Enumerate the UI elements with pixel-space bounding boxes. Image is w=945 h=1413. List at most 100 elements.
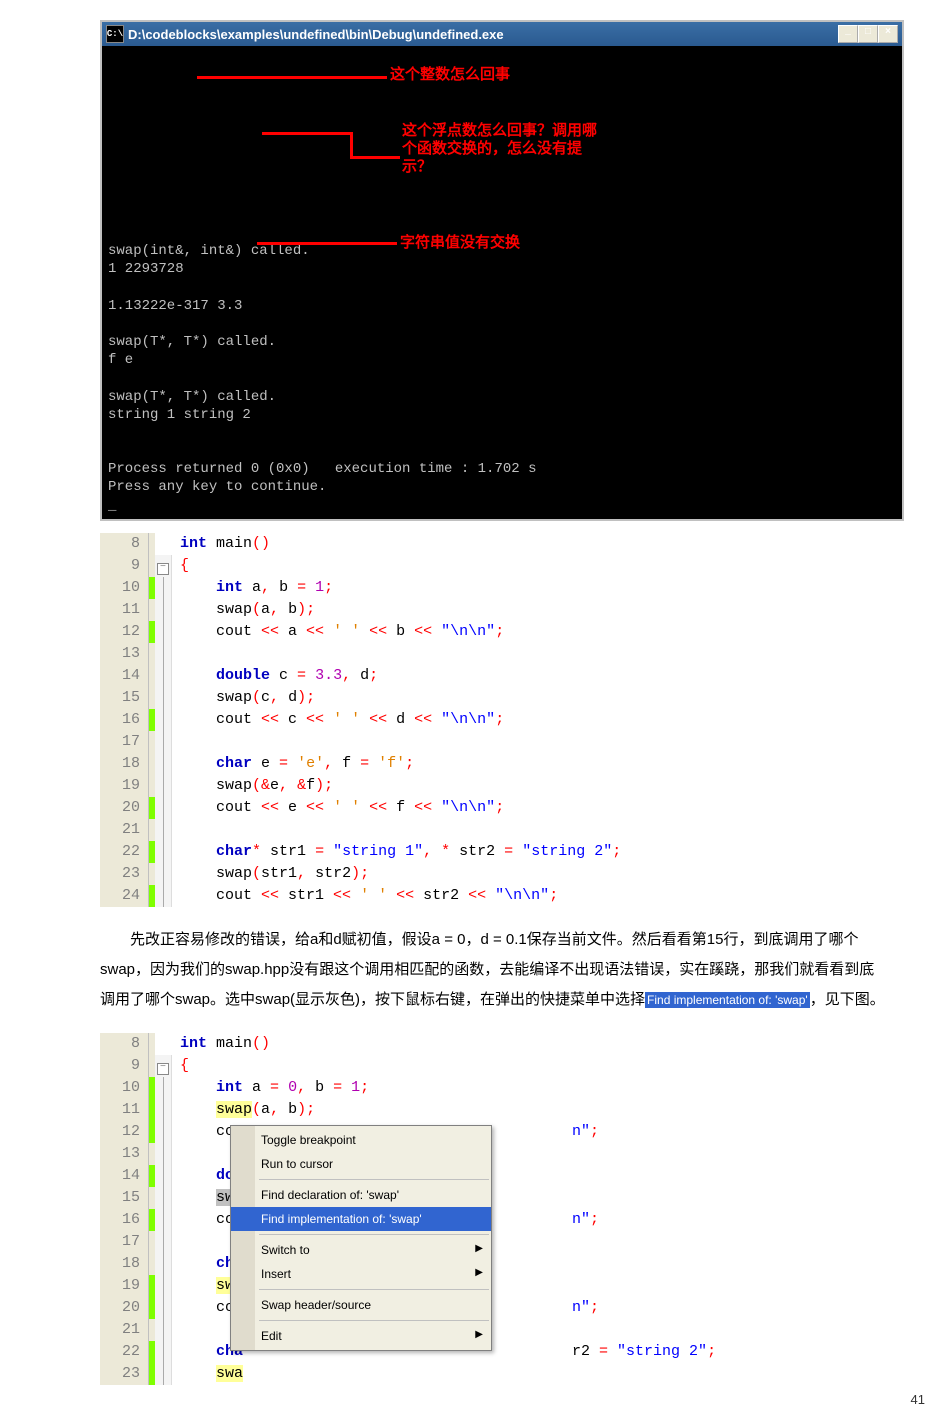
code-row[interactable]: 13 (100, 643, 900, 665)
code-row[interactable]: 17 (100, 1231, 900, 1253)
code-row[interactable]: 22 char2 = "string 2"; (100, 1341, 900, 1363)
fold-column[interactable] (155, 1341, 172, 1363)
code-row[interactable]: 12 cout << a << ' ' << b << "\n\n"; (100, 621, 900, 643)
fold-column[interactable] (155, 885, 172, 907)
fold-column[interactable] (155, 1319, 172, 1341)
code-row[interactable]: 8int main() (100, 1033, 900, 1055)
menu-item[interactable]: Edit▶ (231, 1324, 491, 1348)
fold-column[interactable] (155, 709, 172, 731)
code-content[interactable]: cout << c << ' ' << d << "\n\n"; (172, 709, 900, 731)
code-content[interactable]: { (172, 1055, 900, 1077)
menu-item[interactable]: Run to cursor (231, 1152, 491, 1176)
fold-column[interactable] (155, 1231, 172, 1253)
code-row[interactable]: 21 (100, 819, 900, 841)
code-content[interactable]: swa (172, 1363, 900, 1385)
fold-column[interactable] (155, 1253, 172, 1275)
fold-column[interactable] (155, 643, 172, 665)
fold-column[interactable] (155, 687, 172, 709)
fold-column[interactable] (155, 863, 172, 885)
code-editor-2[interactable]: Toggle breakpointRun to cursor Find decla… (100, 1033, 900, 1393)
code-content[interactable]: char e = 'e', f = 'f'; (172, 753, 900, 775)
fold-column[interactable] (155, 775, 172, 797)
code-content[interactable]: double c = 3.3, d; (172, 665, 900, 687)
code-content[interactable]: int a = 0, b = 1; (172, 1077, 900, 1099)
code-row[interactable]: 19 swa (100, 1275, 900, 1297)
menu-item[interactable]: Find implementation of: 'swap' (231, 1207, 491, 1231)
code-row[interactable]: 14 double c = 3.3, d; (100, 665, 900, 687)
code-row[interactable]: 18 char e = 'e', f = 'f'; (100, 753, 900, 775)
fold-column[interactable] (155, 577, 172, 599)
fold-column[interactable]: − (155, 1055, 172, 1077)
code-row[interactable]: 17 (100, 731, 900, 753)
fold-column[interactable] (155, 1187, 172, 1209)
fold-column[interactable] (155, 753, 172, 775)
code-row[interactable]: 15 swap(c, d); (100, 687, 900, 709)
code-row[interactable]: 18 cha (100, 1253, 900, 1275)
code-content[interactable]: int main() (172, 1033, 900, 1055)
fold-column[interactable] (155, 731, 172, 753)
fold-column[interactable] (155, 1165, 172, 1187)
titlebar[interactable]: C:\ D:\codeblocks\examples\undefined\bin… (102, 22, 902, 46)
fold-column[interactable] (155, 1297, 172, 1319)
close-button[interactable]: × (878, 25, 898, 43)
fold-column[interactable] (155, 1121, 172, 1143)
code-row[interactable]: 15 swa (100, 1187, 900, 1209)
code-row[interactable]: 13 (100, 1143, 900, 1165)
code-content[interactable]: swap(a, b); (172, 1099, 900, 1121)
fold-column[interactable] (155, 1209, 172, 1231)
code-row[interactable]: 23 swap(str1, str2); (100, 863, 900, 885)
code-row[interactable]: 8int main() (100, 533, 900, 555)
code-row[interactable]: 19 swap(&e, &f); (100, 775, 900, 797)
fold-column[interactable] (155, 599, 172, 621)
code-row[interactable]: 20 coun"; (100, 1297, 900, 1319)
code-row[interactable]: 14 dou (100, 1165, 900, 1187)
code-content[interactable]: int a, b = 1; (172, 577, 900, 599)
fold-minus-icon[interactable]: − (157, 563, 169, 575)
code-row[interactable]: 10 int a = 0, b = 1; (100, 1077, 900, 1099)
fold-column[interactable] (155, 841, 172, 863)
code-content[interactable]: char* str1 = "string 1", * str2 = "strin… (172, 841, 900, 863)
code-content[interactable]: swap(a, b); (172, 599, 900, 621)
fold-column[interactable] (155, 1275, 172, 1297)
fold-column[interactable] (155, 819, 172, 841)
fold-column[interactable] (155, 797, 172, 819)
code-row[interactable]: 23 swa (100, 1363, 900, 1385)
fold-column[interactable] (155, 1077, 172, 1099)
code-content[interactable]: swap(c, d); (172, 687, 900, 709)
code-row[interactable]: 24 cout << str1 << ' ' << str2 << "\n\n"… (100, 885, 900, 907)
maximize-button[interactable]: □ (858, 25, 878, 43)
code-row[interactable]: 11 swap(a, b); (100, 599, 900, 621)
fold-column[interactable] (155, 621, 172, 643)
fold-column[interactable] (155, 1143, 172, 1165)
menu-item[interactable]: Insert▶ (231, 1262, 491, 1286)
code-row[interactable]: 21 (100, 1319, 900, 1341)
code-row[interactable]: 9−{ (100, 555, 900, 577)
minimize-button[interactable]: _ (838, 25, 858, 43)
code-content[interactable]: cout << e << ' ' << f << "\n\n"; (172, 797, 900, 819)
menu-item[interactable]: Swap header/source (231, 1293, 491, 1317)
code-row[interactable]: 11 swap(a, b); (100, 1099, 900, 1121)
code-row[interactable]: 22 char* str1 = "string 1", * str2 = "st… (100, 841, 900, 863)
code-row[interactable]: 12 coun"; (100, 1121, 900, 1143)
code-content[interactable]: swap(str1, str2); (172, 863, 900, 885)
menu-item[interactable]: Switch to▶ (231, 1238, 491, 1262)
code-content[interactable]: { (172, 555, 900, 577)
code-content[interactable]: cout << a << ' ' << b << "\n\n"; (172, 621, 900, 643)
code-row[interactable]: 9−{ (100, 1055, 900, 1077)
fold-column[interactable] (155, 665, 172, 687)
fold-minus-icon[interactable]: − (157, 1063, 169, 1075)
code-row[interactable]: 20 cout << e << ' ' << f << "\n\n"; (100, 797, 900, 819)
code-content[interactable]: int main() (172, 533, 900, 555)
context-menu[interactable]: Toggle breakpointRun to cursor Find decla… (230, 1125, 492, 1351)
code-content[interactable]: swap(&e, &f); (172, 775, 900, 797)
code-row[interactable]: 16 cout << c << ' ' << d << "\n\n"; (100, 709, 900, 731)
fold-column[interactable] (155, 1363, 172, 1385)
fold-column[interactable]: − (155, 555, 172, 577)
code-row[interactable]: 10 int a, b = 1; (100, 577, 900, 599)
code-editor-1[interactable]: 局部变量a没有赋值 局部变量d没有赋值 调用哪个swap? 为什么不能交换两个字… (100, 533, 900, 907)
menu-item[interactable]: Toggle breakpoint (231, 1128, 491, 1152)
code-row[interactable]: 16 coun"; (100, 1209, 900, 1231)
code-content[interactable]: cout << str1 << ' ' << str2 << "\n\n"; (172, 885, 900, 907)
menu-item[interactable]: Find declaration of: 'swap' (231, 1183, 491, 1207)
fold-column[interactable] (155, 1099, 172, 1121)
